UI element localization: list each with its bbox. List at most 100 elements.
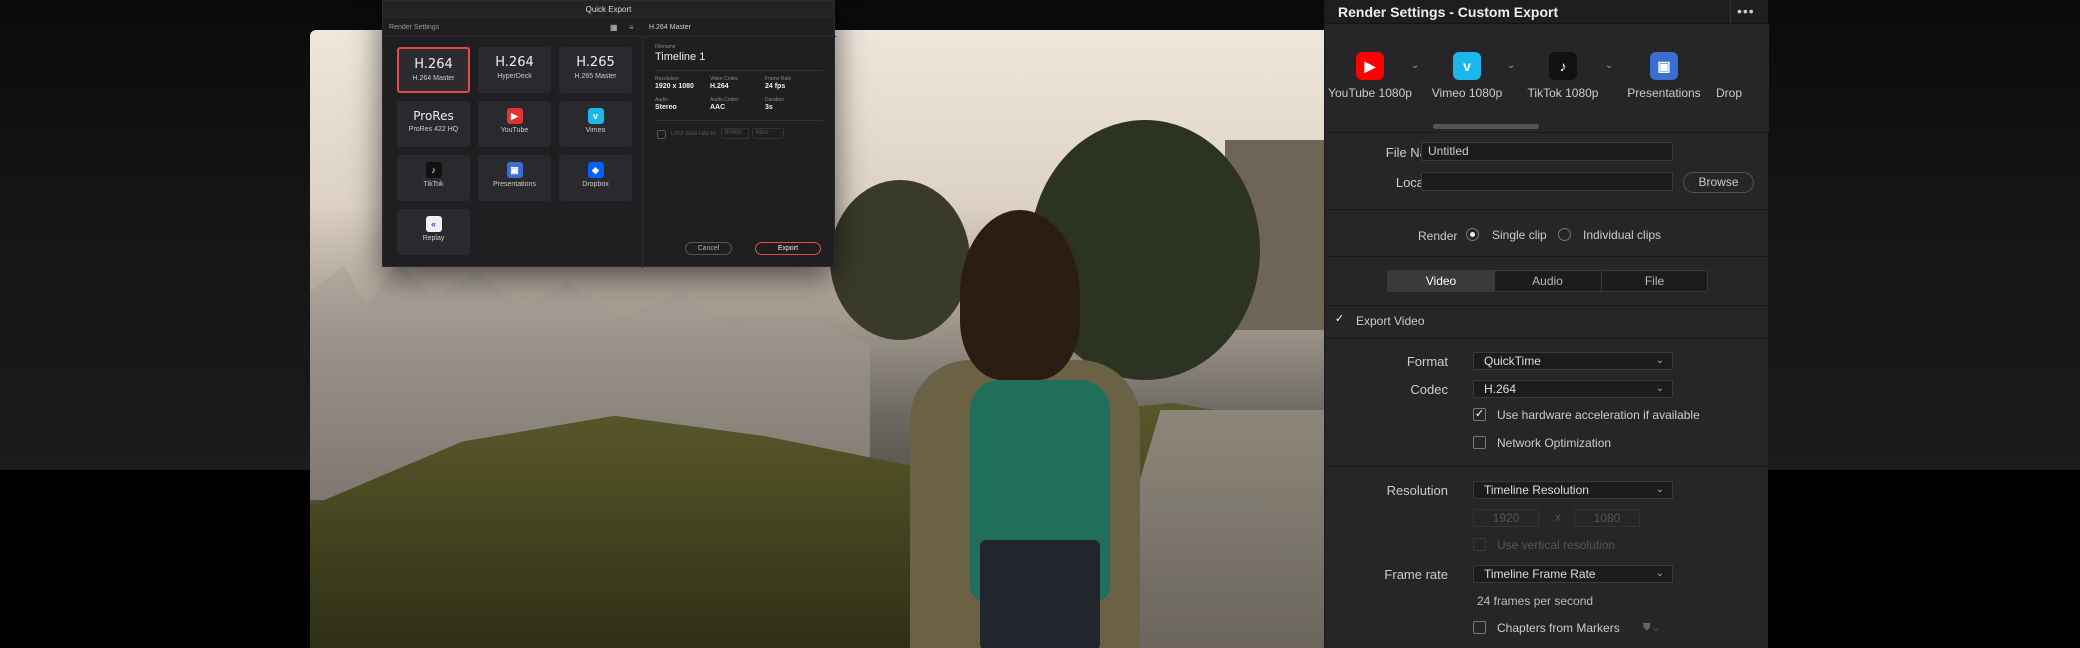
codec-label: Codec xyxy=(1410,382,1448,397)
hardware-acceleration-label: Use hardware acceleration if available xyxy=(1497,408,1700,422)
codec-value: H.264 xyxy=(1484,382,1517,396)
export-video-label: Export Video xyxy=(1356,314,1425,328)
preset-tiktok-1080p[interactable]: ♪ TikTok 1080p xyxy=(1518,52,1608,100)
preset-label: TikTok 1080p xyxy=(1527,86,1599,100)
presentations-icon: ▣ xyxy=(506,162,523,178)
data-rate-input[interactable]: 80000 xyxy=(721,128,749,139)
tab-audio[interactable]: Audio xyxy=(1494,271,1600,291)
cancel-button[interactable]: Cancel xyxy=(685,242,732,255)
export-video-checkbox[interactable]: ✓ xyxy=(1333,314,1346,327)
vimeo-icon: v xyxy=(587,108,604,124)
youtube-icon: ▶ xyxy=(506,108,523,124)
preset-hyperdeck[interactable]: H.264 HyperDeck xyxy=(478,47,551,93)
render-settings-panel: Render Settings - Custom Export ••• ▶ Yo… xyxy=(1324,0,1769,648)
dropbox-icon: ◆ xyxy=(587,162,604,178)
chevron-down-icon: ⌄ xyxy=(1655,568,1664,579)
divider xyxy=(1325,338,1769,339)
youtube-icon: ▶ xyxy=(1356,52,1384,80)
quick-export-dialog: Quick Export Render Settings ▦ ≡ H.264 M… xyxy=(382,0,836,268)
meta-value-audio: Stereo xyxy=(655,104,677,111)
preset-vimeo[interactable]: v Vimeo xyxy=(559,101,632,147)
export-details: Filename Timeline 1 Resolution 1920 x 10… xyxy=(643,37,836,268)
preset-presentations[interactable]: ▣ Presentations xyxy=(1619,52,1709,100)
meta-value-frame-rate: 24 fps xyxy=(765,83,786,90)
settings-tabs: Video Audio File xyxy=(1387,270,1708,292)
chapters-from-markers-checkbox[interactable] xyxy=(1473,621,1486,634)
limit-data-rate-checkbox[interactable] xyxy=(657,130,666,139)
meta-key-video-codec: Video Codec xyxy=(710,76,739,82)
preset-label: Presentations xyxy=(1627,86,1701,100)
preset-youtube[interactable]: ▶ YouTube xyxy=(478,101,551,147)
preset-label: Dropbox xyxy=(582,181,609,188)
frame-rate-label: Frame rate xyxy=(1384,567,1448,582)
preset-replay[interactable]: « Replay xyxy=(397,209,470,255)
chevron-down-icon: ⌄ xyxy=(1655,383,1664,394)
grid-view-icon[interactable]: ▦ xyxy=(610,23,619,32)
divider xyxy=(1325,305,1769,306)
frame-rate-select[interactable]: Timeline Frame Rate ⌄ xyxy=(1473,565,1673,583)
list-view-icon[interactable]: ≡ xyxy=(629,23,638,32)
individual-clips-label: Individual clips xyxy=(1583,228,1662,242)
render-settings-header: Render Settings - Custom Export ••• xyxy=(1325,0,1768,24)
chevron-down-icon[interactable]: ⌄ xyxy=(1507,60,1515,71)
network-optimization-checkbox[interactable] xyxy=(1473,436,1486,449)
preset-prores[interactable]: ProRes ProRes 422 HQ xyxy=(397,101,470,147)
data-rate-unit: Kb/s xyxy=(752,128,784,139)
hardware-acceleration-checkbox[interactable]: ✓ xyxy=(1473,408,1486,421)
preset-label: YouTube 1080p xyxy=(1328,86,1412,100)
preset-youtube-1080p[interactable]: ▶ YouTube 1080p xyxy=(1325,52,1415,100)
preset-h264-master[interactable]: H.264 H.264 Master xyxy=(397,47,470,93)
width-input[interactable]: 1920 xyxy=(1473,509,1539,527)
limit-data-rate-label: Limit data rate to xyxy=(671,131,716,137)
preset-presentations[interactable]: ▣ Presentations xyxy=(478,155,551,201)
chevron-down-icon[interactable]: ⌄ xyxy=(1411,60,1419,71)
chapters-from-markers-label: Chapters from Markers xyxy=(1497,621,1620,635)
preset-dropbox[interactable]: Drop xyxy=(1708,52,1769,100)
single-clip-radio[interactable] xyxy=(1466,228,1479,241)
export-button[interactable]: Export xyxy=(755,242,821,255)
location-input[interactable] xyxy=(1421,172,1673,191)
preset-title: H.264 xyxy=(414,57,453,72)
marker-color-icon[interactable]: ⛊ ⌄ xyxy=(1643,622,1659,633)
chevron-down-icon[interactable]: ⌄ xyxy=(1605,60,1613,71)
preset-label: Vimeo 1080p xyxy=(1431,86,1503,100)
browse-button[interactable]: Browse xyxy=(1683,172,1754,193)
presets-scrollbar[interactable] xyxy=(1433,124,1539,129)
filename-value[interactable]: Timeline 1 xyxy=(655,51,705,63)
preset-label: Vimeo xyxy=(585,127,606,134)
preset-label: YouTube xyxy=(500,127,529,134)
codec-select[interactable]: H.264 ⌄ xyxy=(1473,380,1673,398)
vertical-resolution-checkbox[interactable] xyxy=(1473,538,1486,551)
preset-dropbox[interactable]: ◆ Dropbox xyxy=(559,155,632,201)
height-input[interactable]: 1080 xyxy=(1574,509,1640,527)
preset-label: ProRes 422 HQ xyxy=(408,126,459,133)
format-value: QuickTime xyxy=(1484,354,1541,368)
backpack-bottom xyxy=(980,540,1100,648)
preset-h265-master[interactable]: H.265 H.265 Master xyxy=(559,47,632,93)
individual-clips-radio[interactable] xyxy=(1558,228,1571,241)
divider xyxy=(1325,132,1769,133)
fps-text: 24 frames per second xyxy=(1477,594,1594,608)
preset-vimeo-1080p[interactable]: v Vimeo 1080p xyxy=(1422,52,1512,100)
frame-rate-value: Timeline Frame Rate xyxy=(1484,567,1596,581)
divider xyxy=(1325,466,1769,467)
render-settings-label: Render Settings xyxy=(389,24,440,31)
vertical-resolution-label: Use vertical resolution xyxy=(1497,538,1616,552)
tab-video[interactable]: Video xyxy=(1388,271,1494,291)
quick-export-title: Quick Export xyxy=(383,1,834,18)
resolution-value: Timeline Resolution xyxy=(1484,483,1589,497)
chevron-down-icon: ⌄ xyxy=(1655,355,1664,366)
preset-tiktok[interactable]: ♪ TikTok xyxy=(397,155,470,201)
preset-label: HyperDeck xyxy=(497,73,532,80)
more-options-icon[interactable]: ••• xyxy=(1737,3,1755,19)
meta-value-resolution: 1920 x 1080 xyxy=(655,83,694,90)
presentations-icon: ▣ xyxy=(1650,52,1678,80)
divider xyxy=(655,120,823,121)
person-with-backpack xyxy=(900,190,1160,648)
file-name-input[interactable]: Untitled xyxy=(1421,142,1673,161)
meta-key-frame-rate: Frame Rate xyxy=(765,76,792,82)
resolution-select[interactable]: Timeline Resolution ⌄ xyxy=(1473,481,1673,499)
network-optimization-label: Network Optimization xyxy=(1497,436,1612,450)
format-select[interactable]: QuickTime ⌄ xyxy=(1473,352,1673,370)
tab-file[interactable]: File xyxy=(1601,271,1707,291)
